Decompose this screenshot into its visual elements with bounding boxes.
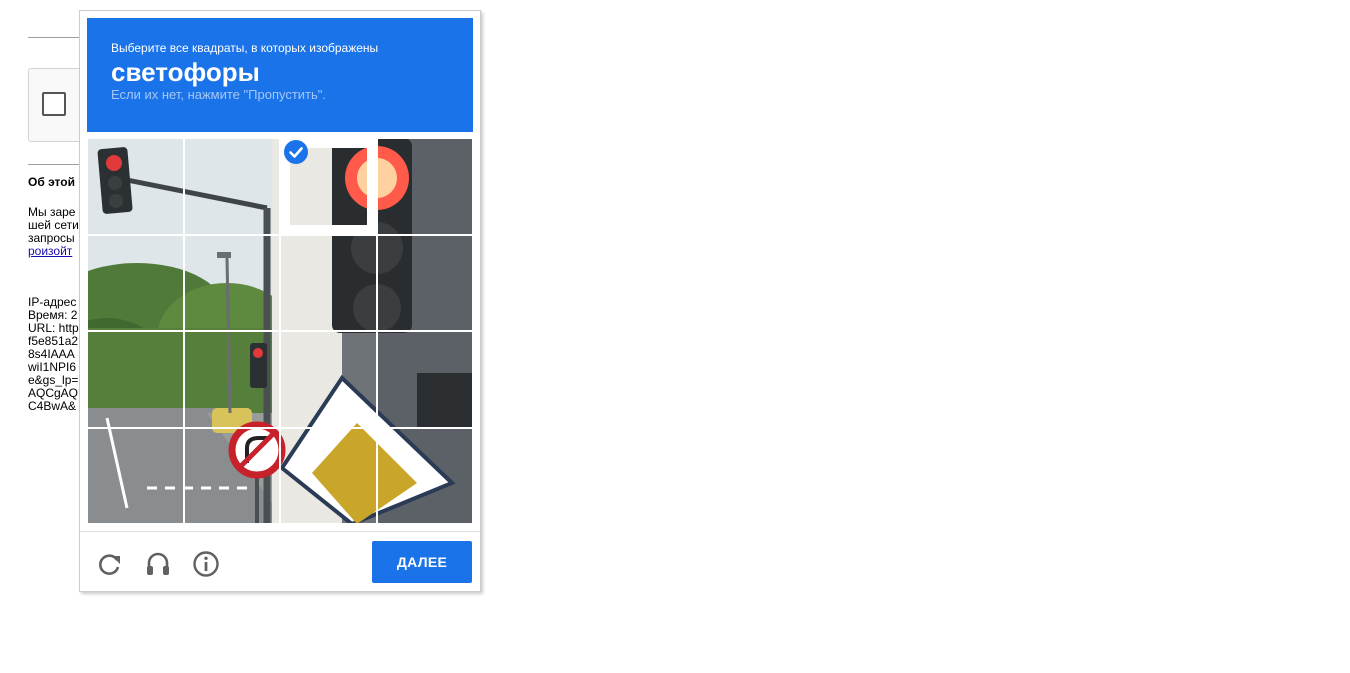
grid-tile[interactable] <box>376 138 473 235</box>
grid-tile[interactable] <box>280 331 377 428</box>
request-info: IP-адрес Время: 2 URL: http f5e851a2 8s4… <box>28 296 79 413</box>
about-section-title: Об этой <box>28 175 75 189</box>
info-line: C4BwA& <box>28 399 77 413</box>
grid-tile[interactable] <box>87 234 184 331</box>
about-paragraph: Мы заре шей сети запросы роизойт <box>28 206 79 258</box>
reload-icon[interactable] <box>96 550 124 578</box>
grid-tile[interactable] <box>376 331 473 428</box>
grid-tile[interactable] <box>183 138 280 235</box>
grid-tile[interactable] <box>280 427 377 524</box>
grid-tile[interactable] <box>376 427 473 524</box>
grid-tile[interactable] <box>87 331 184 428</box>
headphones-icon[interactable] <box>144 550 172 578</box>
challenge-instruction: Выберите все квадраты, в которых изображ… <box>111 41 379 55</box>
next-button[interactable]: ДАЛЕЕ <box>372 541 472 583</box>
grid-tile[interactable] <box>183 331 280 428</box>
challenge-object: светофоры <box>111 57 260 87</box>
image-grid <box>87 138 473 524</box>
footer-divider <box>80 531 480 532</box>
grid-tile[interactable] <box>87 138 184 235</box>
grid-tile[interactable] <box>87 427 184 524</box>
grid-tile[interactable] <box>183 427 280 524</box>
about-link[interactable]: роизойт <box>28 245 79 258</box>
info-icon[interactable] <box>192 550 220 578</box>
grid-tile[interactable] <box>280 234 377 331</box>
checkmark-icon <box>284 140 308 164</box>
challenge-header: Выберите все квадраты, в которых изображ… <box>87 18 473 132</box>
recaptcha-checkbox[interactable] <box>42 92 66 116</box>
grid-tile[interactable] <box>376 234 473 331</box>
grid-tile[interactable] <box>183 234 280 331</box>
challenge-hint: Если их нет, нажмите "Пропустить". <box>111 87 327 102</box>
captcha-challenge-dialog: Выберите все квадраты, в которых изображ… <box>79 10 481 592</box>
